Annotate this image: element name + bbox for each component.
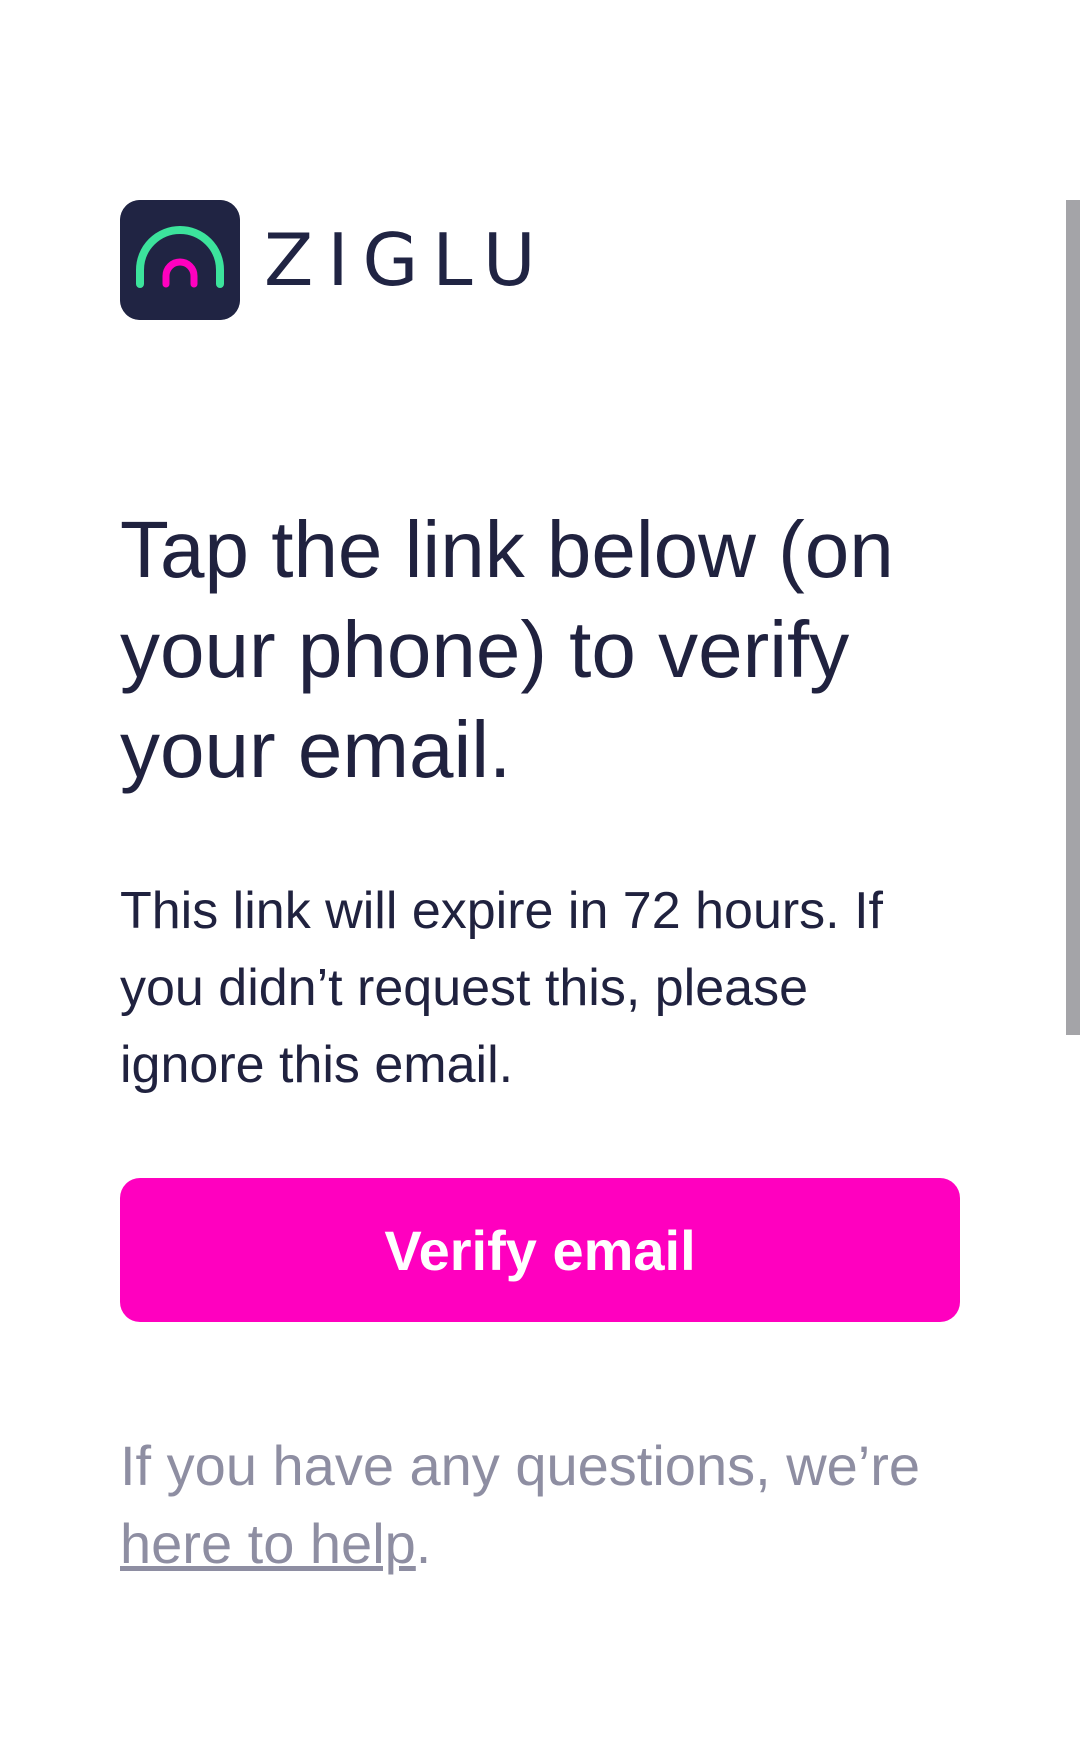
verify-email-button[interactable]: Verify email	[120, 1178, 960, 1322]
headline: Tap the link below (on your phone) to ve…	[120, 505, 894, 794]
help-message: If you have any questions, we’re here to…	[120, 1427, 960, 1583]
help-link[interactable]: here to help	[120, 1512, 416, 1575]
scrollbar[interactable]	[1066, 200, 1080, 1035]
brand-wordmark: ZIGLU	[264, 218, 550, 302]
help-message-suffix: .	[415, 1512, 432, 1575]
help-message-prefix: If you have any questions, we’re	[120, 1434, 921, 1497]
ziglu-logo: ZIGLU	[120, 200, 550, 320]
expiry-message: This link will expire in 72 hours. If yo…	[120, 882, 883, 1094]
ziglu-arc-icon	[120, 200, 240, 320]
